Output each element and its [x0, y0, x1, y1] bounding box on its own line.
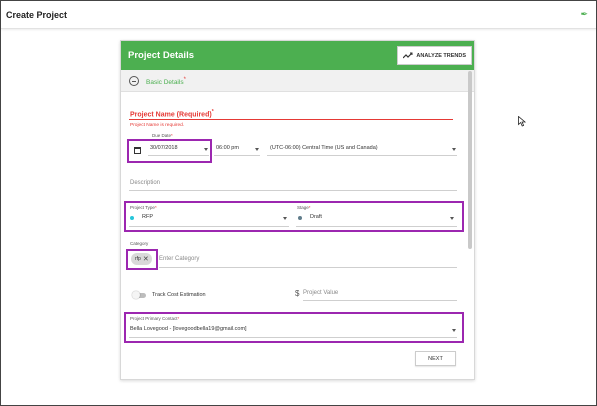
primary-contact-label: Project Primary Contact*	[130, 316, 180, 321]
project-details-panel: Project Details ANALYZE TRENDS Basic Det…	[120, 40, 475, 380]
timezone-underline	[267, 155, 457, 156]
stage-label: Stage*	[297, 205, 311, 210]
primary-contact-underline	[129, 337, 457, 338]
chevron-down-icon[interactable]	[450, 217, 454, 220]
highlight-box-category	[126, 249, 158, 270]
timezone-value[interactable]: (UTC-06:00) Central Time (US and Canada)	[270, 145, 378, 151]
project-name-underline	[129, 119, 453, 120]
chevron-down-icon[interactable]	[452, 329, 456, 332]
chevron-down-icon[interactable]	[283, 217, 287, 220]
project-type-underline	[129, 226, 289, 227]
due-time-value[interactable]: 06:00 pm	[216, 145, 239, 151]
next-button[interactable]: NEXT	[415, 351, 456, 366]
due-time-underline	[214, 155, 260, 156]
panel-header: Project Details ANALYZE TRENDS	[121, 41, 474, 70]
stage-dot	[298, 216, 302, 220]
chevron-down-icon[interactable]	[452, 148, 456, 151]
highlight-box-type-stage	[124, 201, 464, 232]
track-cost-label: Track Cost Estimation	[152, 292, 206, 298]
category-label: Category	[130, 241, 149, 246]
scrollbar-thumb[interactable]	[468, 71, 472, 249]
project-name-field[interactable]: Project Name (Required)*	[130, 109, 214, 118]
panel-title: Project Details	[128, 50, 194, 61]
toggle-knob	[132, 291, 140, 299]
description-input[interactable]: Description	[130, 180, 160, 186]
chevron-down-icon[interactable]	[255, 148, 259, 151]
project-value-underline	[303, 300, 457, 301]
category-underline	[159, 267, 457, 268]
description-underline	[129, 190, 457, 191]
project-value-input[interactable]: Project Value	[303, 290, 338, 296]
project-type-dot	[130, 216, 134, 220]
window-title: Create Project	[6, 10, 68, 20]
section-label: Basic Details*	[146, 77, 186, 87]
project-name-error: Project Name is required.	[130, 123, 185, 128]
trend-icon	[403, 52, 413, 59]
track-cost-toggle[interactable]	[132, 291, 146, 299]
project-type-value[interactable]: RFP	[142, 214, 153, 220]
stage-underline	[296, 226, 457, 227]
analyze-trends-button[interactable]: ANALYZE TRENDS	[397, 46, 472, 65]
stage-value[interactable]: Draft	[310, 214, 322, 220]
analyze-trends-label: ANALYZE TRENDS	[416, 52, 466, 59]
title-bar: Create Project ✒	[1, 1, 596, 29]
mouse-cursor-icon	[518, 116, 527, 127]
project-type-label: Project Type*	[130, 205, 157, 210]
edit-icon[interactable]: ✒	[580, 9, 588, 20]
collapse-icon[interactable]	[129, 76, 139, 86]
basic-details-section-header[interactable]: Basic Details*	[121, 70, 474, 92]
primary-contact-value[interactable]: Bella Lovegood - [lovegoodbella19@gmail.…	[130, 326, 247, 332]
dollar-icon: $	[295, 289, 300, 298]
category-input[interactable]: Enter Category	[159, 256, 199, 262]
due-date-label: Due Date*	[152, 133, 173, 138]
highlight-box-due-date	[127, 139, 212, 163]
